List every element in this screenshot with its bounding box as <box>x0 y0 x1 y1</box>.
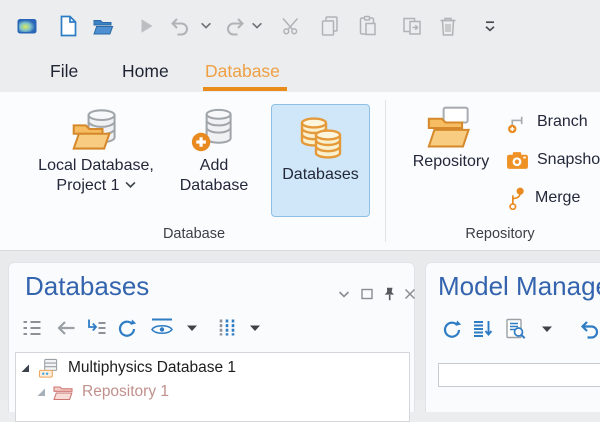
ribbon: Local Database, Project 1 Add Database <box>0 92 600 251</box>
dropdown-chevron-icon <box>125 181 136 189</box>
tab-file[interactable]: File <box>50 50 78 92</box>
panel-collapse-icon[interactable] <box>336 286 352 302</box>
snapshot-label: Snapshot <box>537 151 600 169</box>
databases-label: Databases <box>282 165 359 185</box>
local-database-label-line1: Local Database, <box>38 156 154 176</box>
panel-pin-icon[interactable] <box>381 286 397 302</box>
quick-access-toolbar <box>0 0 600 50</box>
repository-label: Repository <box>413 152 489 172</box>
copy-button[interactable] <box>318 14 342 38</box>
toolbar-options-button[interactable] <box>478 14 502 38</box>
run-button[interactable] <box>134 14 158 38</box>
tab-database[interactable]: Database <box>205 50 280 92</box>
undo-button[interactable] <box>168 14 192 38</box>
columns-dropdown-icon[interactable] <box>250 324 260 332</box>
add-database-button[interactable]: Add Database <box>177 98 251 218</box>
panel-float-icon[interactable] <box>359 286 375 302</box>
back-icon[interactable] <box>54 316 80 340</box>
preview-icon[interactable] <box>504 317 530 341</box>
paste-button[interactable] <box>356 14 380 38</box>
add-database-icon <box>190 104 238 156</box>
databases-tree: Multiphysics Database 1 Repository 1 <box>15 352 410 422</box>
databases-panel: Databases <box>8 262 415 412</box>
branch-button[interactable]: Branch <box>506 110 588 134</box>
open-folder-button[interactable] <box>91 14 115 38</box>
add-database-label-line2: Database <box>180 176 249 196</box>
panel-close-icon[interactable] <box>402 286 418 302</box>
tab-home[interactable]: Home <box>122 50 169 92</box>
databases-button[interactable]: Databases <box>271 104 370 217</box>
repository-icon <box>425 104 477 152</box>
new-file-button[interactable] <box>56 14 80 38</box>
local-database-icon <box>70 104 122 156</box>
active-tab-underline <box>203 87 287 91</box>
undo-dropdown-icon[interactable] <box>200 21 212 31</box>
ribbon-tab-bar: File Home Database <box>0 50 600 92</box>
repository-folder-icon <box>53 383 73 401</box>
redo-button[interactable] <box>223 14 247 38</box>
tree-row-label: Repository 1 <box>82 383 169 401</box>
ribbon-group-separator <box>385 100 386 242</box>
columns-icon[interactable] <box>216 316 242 340</box>
merge-icon <box>506 187 527 210</box>
tree-row-label: Multiphysics Database 1 <box>68 359 236 377</box>
expand-caret-icon[interactable] <box>36 387 46 397</box>
duplicate-button[interactable] <box>400 14 424 38</box>
tree-row-repository[interactable]: Repository 1 <box>36 380 169 404</box>
redo-dropdown-icon[interactable] <box>251 21 263 31</box>
model-manager-panel-title: Model Manager <box>438 271 600 302</box>
databases-panel-title: Databases <box>25 271 149 302</box>
undo-icon[interactable] <box>578 317 600 341</box>
snapshot-icon <box>506 150 529 171</box>
branch-icon <box>506 111 529 134</box>
delete-button[interactable] <box>436 14 460 38</box>
preview-dropdown-icon[interactable] <box>542 325 552 333</box>
databases-icon <box>293 113 349 165</box>
database-server-icon <box>38 358 59 379</box>
merge-label: Merge <box>535 189 580 207</box>
visibility-icon[interactable] <box>149 316 175 340</box>
add-database-label-line1: Add <box>200 156 228 176</box>
cut-button[interactable] <box>280 14 304 38</box>
collapse-all-icon[interactable] <box>84 316 110 340</box>
branch-label: Branch <box>537 113 588 131</box>
visibility-dropdown-icon[interactable] <box>187 324 197 332</box>
sort-icon[interactable] <box>471 317 497 341</box>
expand-caret-icon[interactable] <box>20 363 30 373</box>
merge-button[interactable]: Merge <box>506 186 580 210</box>
database-group-label: Database <box>18 226 370 242</box>
tree-row-multiphysics-database[interactable]: Multiphysics Database 1 <box>20 356 236 380</box>
model-manager-search-input[interactable] <box>438 363 600 387</box>
show-list-icon[interactable] <box>20 316 46 340</box>
refresh-icon[interactable] <box>115 316 141 340</box>
app-logo-icon <box>15 14 39 38</box>
repository-group-label: Repository <box>402 226 598 242</box>
model-manager-panel: Model Manager <box>425 262 600 412</box>
snapshot-button[interactable]: Snapshot <box>506 148 600 172</box>
local-database-button[interactable]: Local Database, Project 1 <box>16 98 176 218</box>
refresh-icon[interactable] <box>440 317 466 341</box>
repository-button[interactable]: Repository <box>404 98 498 218</box>
local-database-label-line2: Project 1 <box>56 176 135 196</box>
